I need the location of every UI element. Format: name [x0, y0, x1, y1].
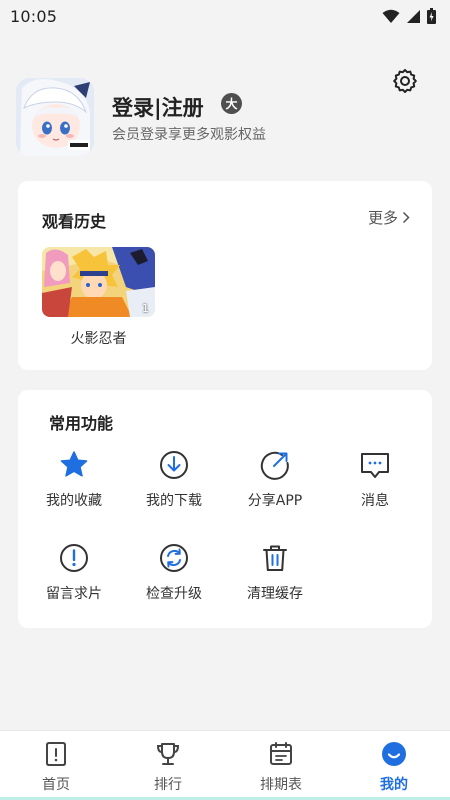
calendar-icon — [270, 742, 292, 765]
share-icon — [259, 449, 291, 481]
tab-ranking[interactable]: 排行 — [112, 731, 224, 800]
clear-cache-button[interactable]: 清理缓存 — [225, 542, 325, 612]
signal-icon — [407, 9, 420, 23]
battery-icon — [427, 8, 436, 24]
bottom-tab-bar: 首页 排行 排期表 我的 — [0, 730, 450, 800]
share-app-label: 分享APP — [247, 493, 303, 509]
tab-mine[interactable]: 我的 — [338, 731, 450, 800]
history-more-link[interactable]: 更多 — [368, 207, 410, 228]
settings-gear-icon[interactable] — [390, 66, 420, 96]
functions-title: 常用功能 — [49, 414, 114, 433]
avatar[interactable] — [16, 78, 94, 156]
status-bar: 10:05 — [0, 0, 450, 32]
vip-badge-icon: 大 — [221, 93, 242, 114]
download-icon — [158, 449, 190, 481]
wifi-icon — [382, 9, 400, 23]
check-update-button[interactable]: 检查升级 — [124, 542, 224, 612]
history-item-thumbnail[interactable]: 1 — [42, 247, 155, 317]
avatar-image — [16, 78, 94, 156]
messages-button[interactable]: 消息 — [325, 449, 425, 519]
downloads-label: 我的下载 — [146, 493, 202, 509]
status-time: 10:05 — [10, 6, 58, 26]
exclamation-icon — [58, 542, 90, 574]
common-functions-card: 常用功能 我的收藏 我的下载 分享APP 消息 留言求片 检查升级 清理缓存 — [18, 390, 432, 628]
history-item-title[interactable]: 火影忍者 — [42, 328, 155, 348]
tab-mine-label: 我的 — [380, 777, 408, 793]
watch-history-card: 观看历史 更多 1 火影忍者 — [18, 181, 432, 370]
clear-cache-label: 清理缓存 — [247, 586, 303, 602]
tab-home-label: 首页 — [42, 777, 70, 793]
login-subtitle: 会员登录享更多观影权益 — [112, 127, 266, 143]
share-app-button[interactable]: 分享APP — [225, 449, 325, 519]
messages-label: 消息 — [361, 493, 389, 509]
tab-home[interactable]: 首页 — [0, 731, 112, 800]
tab-schedule-label: 排期表 — [260, 777, 302, 793]
tab-schedule[interactable]: 排期表 — [225, 731, 337, 800]
favorites-label: 我的收藏 — [46, 493, 102, 509]
home-icon — [46, 742, 66, 766]
status-icons — [382, 8, 436, 24]
profile-smile-icon — [382, 742, 406, 766]
favorites-button[interactable]: 我的收藏 — [24, 449, 124, 519]
message-icon — [359, 449, 391, 481]
trophy-icon — [156, 743, 180, 765]
profile-header: 登录|注册 大 会员登录享更多观影权益 — [16, 78, 436, 158]
request-film-button[interactable]: 留言求片 — [24, 542, 124, 612]
star-icon — [58, 449, 90, 481]
history-title: 观看历史 — [42, 212, 107, 231]
refresh-icon — [158, 542, 190, 574]
more-label: 更多 — [367, 209, 398, 227]
downloads-button[interactable]: 我的下载 — [124, 449, 224, 519]
chevron-right-icon — [402, 211, 410, 224]
tab-ranking-label: 排行 — [154, 777, 182, 793]
check-update-label: 检查升级 — [146, 586, 202, 602]
login-register-link[interactable]: 登录|注册 — [112, 92, 204, 122]
request-film-label: 留言求片 — [46, 586, 102, 602]
episode-count: 1 — [142, 302, 149, 315]
trash-icon — [259, 542, 291, 574]
